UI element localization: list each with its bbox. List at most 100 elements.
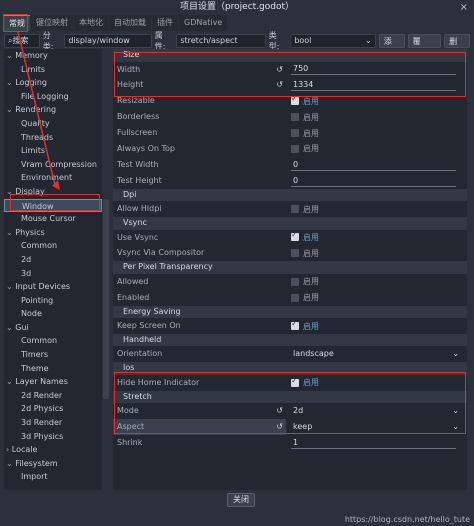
checkbox-unchecked[interactable] [291,277,299,286]
checkbox-unchecked[interactable] [291,205,299,214]
tree-category[interactable]: ⌄ Logging [4,76,102,90]
override-button[interactable]: 覆盖... [407,33,442,59]
tree-category[interactable]: › Locale [4,443,102,457]
checkbox-label[interactable]: 启用 [303,112,319,123]
number-input[interactable]: 1334 [291,79,456,92]
tree-subcategory[interactable]: Node [4,307,102,321]
tree-subcategory[interactable]: 3d [4,267,102,281]
property-row: Aspect ↺ keep ⌄ [113,419,467,436]
tree-subcategory[interactable]: Common [4,239,102,253]
checkbox-unchecked[interactable] [291,129,299,137]
checkbox-unchecked[interactable] [291,249,299,258]
revert-icon[interactable]: ↺ [276,403,283,419]
number-input[interactable]: 0 [291,175,456,187]
checkbox-unchecked[interactable] [291,113,299,122]
tree-category[interactable]: ⌄ Physics [4,226,102,240]
tree-subcategory[interactable]: File Logging [4,90,102,104]
checkbox-unchecked[interactable] [291,144,299,153]
checkbox-checked[interactable] [291,230,299,242]
section-header[interactable]: Handheld [113,333,467,347]
tree-subcategory[interactable]: Window [4,198,102,213]
tree-subcategory[interactable]: Threads [4,131,102,145]
section-header[interactable]: Energy Saving [113,305,467,319]
tree-subcategory[interactable]: Theme [4,362,102,376]
tab-autoload[interactable]: 自动加载 [109,15,151,31]
tree-subcategory[interactable]: 2d Render [4,389,102,403]
category-input[interactable]: display/window [64,33,152,48]
checkbox-label[interactable]: 启用 [303,321,319,332]
number-input[interactable]: 750 [291,63,456,76]
revert-icon[interactable]: ↺ [276,77,283,93]
tree-category[interactable]: ⌄ Memory [4,49,102,63]
tab-localization[interactable]: 本地化 [74,15,108,31]
chevron-down-icon[interactable]: ⌄ [6,78,15,87]
tree-subcategory[interactable]: 3d Render [4,416,102,430]
dropdown-select[interactable]: landscape ⌄ [291,348,463,360]
section-header[interactable]: Vsync [113,217,467,230]
checkbox-label[interactable]: 启用 [303,232,319,243]
tree-subcategory[interactable]: Mouse Cursor [4,212,102,226]
tree-category[interactable]: ⌄ Display [4,185,102,199]
number-input[interactable]: 0 [291,159,456,171]
tree-subcategory[interactable]: Pointing [4,294,102,308]
tree-subcategory[interactable]: Limits [4,63,102,77]
tree-subcategory[interactable]: 2d [4,253,102,267]
chevron-down-icon[interactable]: ⌄ [6,228,15,237]
checkbox-label[interactable]: 启用 [303,248,319,259]
tree-scrollbar-thumb[interactable] [103,199,109,399]
number-input[interactable]: 1 [291,437,456,449]
tree-subcategory[interactable]: Import [4,470,102,484]
checkbox-checked[interactable] [291,319,299,331]
tree-subcategory[interactable]: Limits [4,144,102,158]
tree-subcategory[interactable]: Common [4,334,102,348]
tree-subcategory[interactable]: 3d Physics [4,430,102,444]
dropdown-select[interactable]: keep ⌄ [291,421,463,433]
tree-category[interactable]: ⌄ Rendering [4,103,102,117]
section-header[interactable]: Size [113,49,467,62]
tab-gdnative[interactable]: GDNative [179,15,228,31]
add-button[interactable]: 添加 [378,33,405,59]
section-header[interactable]: Dpi [113,188,467,202]
checkbox-label[interactable]: 启用 [303,204,319,215]
chevron-down-icon[interactable]: ⌄ [6,459,15,468]
property-input[interactable]: stretch/aspect [176,33,266,48]
tree-scrollbar[interactable] [103,49,109,490]
tree-subcategory[interactable]: Vram Compression [4,158,102,172]
checkbox-checked[interactable] [291,376,299,387]
checkbox-label[interactable]: 启用 [303,276,319,287]
delete-button[interactable]: 删除 [444,33,470,59]
tree-category[interactable]: ⌄ Input Devices [4,280,102,294]
revert-icon[interactable]: ↺ [276,62,283,78]
tree-subcategory[interactable]: Timers [4,348,102,362]
chevron-down-icon[interactable]: ⌄ [6,377,15,386]
chevron-down-icon[interactable]: ⌄ [6,105,15,114]
tree-category[interactable]: ⌄ Layer Names [4,375,102,389]
chevron-down-icon[interactable]: ⌄ [6,282,15,291]
tree-subcategory[interactable]: 2d Physics [4,402,102,416]
chevron-down-icon[interactable]: ⌄ [6,51,15,60]
search-field[interactable]: ⌕搜索 [4,33,40,48]
type-select[interactable]: bool ⌄ [290,33,376,48]
tree-subcategory[interactable]: Environment [4,171,102,185]
checkbox-label[interactable]: 启用 [303,292,319,303]
revert-icon[interactable]: ↺ [276,419,283,435]
tree-subcategory[interactable]: Quality [4,117,102,131]
tree-category[interactable]: ⌄ Filesystem [4,457,102,471]
checkbox-label[interactable]: 启用 [303,377,319,388]
section-header[interactable]: Ios [113,362,467,375]
section-header[interactable]: Per Pixel Transparency [113,261,467,274]
checkbox-checked[interactable] [291,94,299,106]
close-button[interactable]: 关闭 [227,493,255,507]
checkbox-label[interactable]: 启用 [303,96,319,107]
checkbox-label[interactable]: 启用 [303,143,319,154]
tab-general[interactable]: 常规 [4,15,30,31]
tree-category[interactable]: ⌄ Gui [4,321,102,335]
property-name-label: Mode [117,406,139,416]
dropdown-select[interactable]: 2d ⌄ [291,405,463,417]
checkbox-label[interactable]: 启用 [303,128,319,139]
chevron-down-icon[interactable]: ⌄ [6,323,15,332]
close-icon[interactable]: × [460,0,468,15]
checkbox-unchecked[interactable] [291,293,299,302]
chevron-down-icon[interactable]: ⌄ [6,187,15,196]
section-header[interactable]: Stretch [113,390,467,404]
